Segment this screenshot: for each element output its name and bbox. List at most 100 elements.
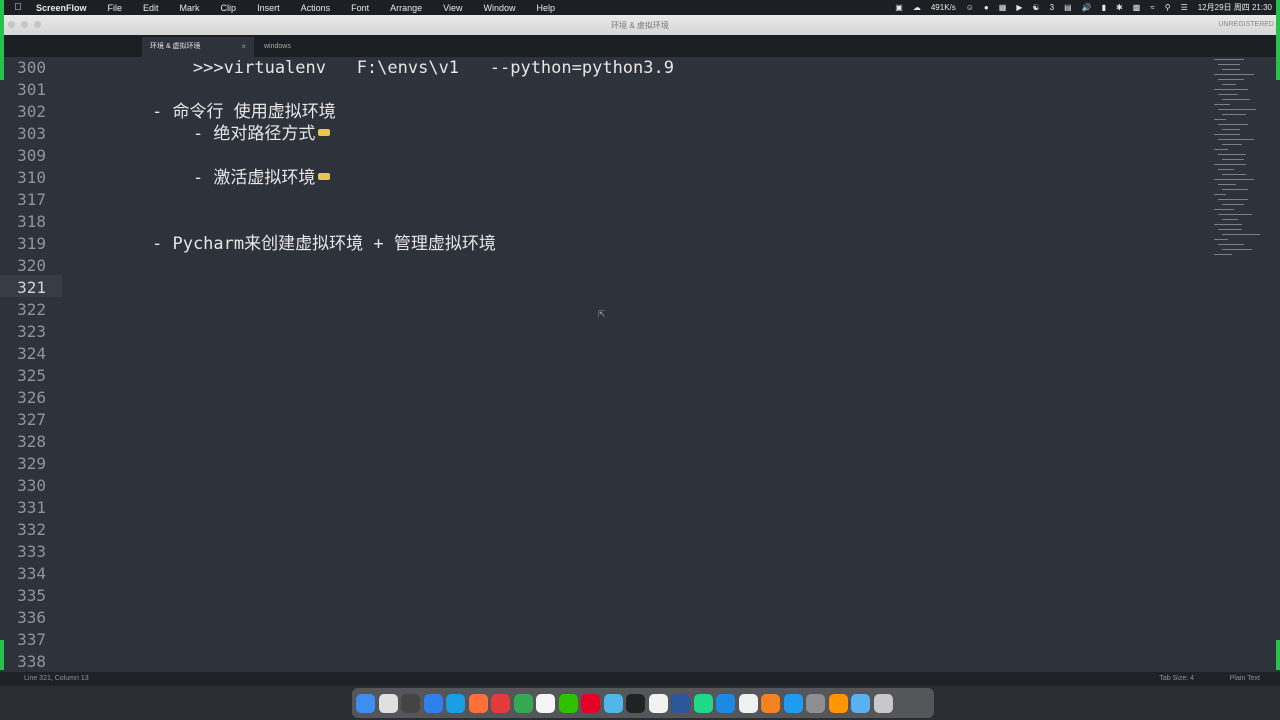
face-icon[interactable]: ☺ (966, 3, 974, 12)
edge-icon[interactable] (446, 693, 465, 713)
battery-icon[interactable]: ▮ (1102, 3, 1106, 12)
folded-region-icon[interactable] (318, 128, 331, 136)
netease-music-icon[interactable] (581, 693, 600, 713)
line-number: 335 (17, 586, 46, 605)
window-title-bar: 环境 & 虚拟环境 UNREGISTERED (0, 15, 1280, 35)
launchpad-icon[interactable] (378, 693, 398, 713)
typora-icon[interactable] (738, 693, 758, 713)
code-line: - Pycharm来创建虚拟环境 + 管理虚拟环境 (152, 234, 496, 254)
folder-icon[interactable] (851, 693, 870, 713)
menu-actions[interactable]: Actions (301, 3, 331, 13)
network-speed[interactable]: 491K/s (931, 3, 956, 12)
line-number: 323 (17, 322, 46, 341)
menu-arrange[interactable]: Arrange (390, 3, 422, 13)
minimap-line (1218, 169, 1234, 170)
line-number: 320 (17, 256, 46, 275)
menu-app-name[interactable]: ScreenFlow (36, 3, 87, 13)
line-number: 301 (17, 80, 46, 99)
datetime[interactable]: 12月29日 周四 21:30 (1198, 2, 1272, 13)
minimap[interactable] (1210, 59, 1270, 279)
minimap-line (1218, 154, 1246, 155)
wechat-badge: 3 (1049, 3, 1055, 12)
grid-icon[interactable]: ▦ (999, 3, 1007, 12)
line-number: 338 (17, 652, 46, 671)
editor-area[interactable]: 300 301 302 303 309 310 317 318 319 320 321 322 323 3… (0, 57, 1280, 672)
mission-control-icon[interactable] (401, 693, 420, 713)
folded-region-icon[interactable] (318, 172, 331, 180)
chrome-icon[interactable] (513, 693, 533, 713)
minimap-line (1222, 144, 1242, 145)
search-icon[interactable]: ⚲ (1165, 3, 1171, 12)
recording-border-right-bottom (1276, 640, 1280, 670)
status-bar: Line 321, Column 13 Tab Size: 4 Plain Te… (0, 672, 1280, 686)
menu-mark[interactable]: Mark (180, 3, 200, 13)
vscode-icon[interactable] (783, 693, 803, 713)
dock (352, 688, 934, 718)
minimap-line (1214, 164, 1246, 165)
line-number: 319 (17, 234, 46, 253)
preferences-icon[interactable] (806, 693, 825, 713)
books-icon[interactable] (828, 693, 848, 713)
line-number: 300 (17, 58, 46, 77)
pdf-expert-icon[interactable] (491, 693, 510, 713)
minimap-line (1222, 219, 1238, 220)
line-number: 326 (17, 388, 46, 407)
finder-icon[interactable] (356, 693, 375, 713)
app-store-icon[interactable] (716, 693, 735, 713)
minimap-line (1214, 134, 1240, 135)
close-tab-icon[interactable]: × (241, 37, 246, 57)
menu-view[interactable]: View (443, 3, 462, 13)
word-icon[interactable] (671, 693, 690, 713)
minimap-line (1222, 129, 1240, 130)
menu-insert[interactable]: Insert (257, 3, 280, 13)
code-line: - 命令行 使用虚拟环境 (152, 102, 336, 122)
microphone-icon[interactable]: ● (984, 3, 989, 12)
pycharm-icon[interactable] (693, 693, 713, 713)
line-number: 321 (17, 278, 46, 297)
notes-icon[interactable] (648, 693, 668, 713)
control-icon[interactable]: ▩ (1133, 3, 1141, 12)
volume-icon[interactable]: 🔊 (1082, 3, 1092, 12)
safari-icon[interactable] (423, 693, 443, 713)
minimap-line (1214, 89, 1248, 90)
sublime-icon[interactable] (761, 693, 780, 713)
menu-bar:  ScreenFlow File Edit Mark Clip Insert … (0, 0, 1280, 15)
minimap-line (1218, 64, 1240, 65)
wechat-status-icon[interactable]: ☯ (1032, 3, 1039, 12)
control-center-icon[interactable]: ☰ (1181, 3, 1188, 12)
menu-help[interactable]: Help (537, 3, 556, 13)
minimap-line (1218, 244, 1244, 245)
tab-size-selector[interactable]: Tab Size: 4 (1159, 672, 1194, 686)
play-icon[interactable]: ▶ (1016, 3, 1022, 12)
menu-file[interactable]: File (108, 3, 123, 13)
bluetooth-icon[interactable]: ✱ (1116, 3, 1123, 12)
tab-virtual-env[interactable]: 环境 & 虚拟环境 × (142, 37, 254, 57)
calendar-icon[interactable] (536, 693, 555, 713)
screen-record-icon[interactable]: ▣ (895, 3, 903, 12)
terminal-icon[interactable] (626, 693, 645, 713)
line-number: 329 (17, 454, 46, 473)
wechat-icon[interactable] (558, 693, 578, 713)
menu-clip[interactable]: Clip (221, 3, 237, 13)
menu-window[interactable]: Window (484, 3, 516, 13)
tab-windows[interactable]: windows (256, 37, 366, 57)
line-number: 324 (17, 344, 46, 363)
firefox-icon[interactable] (468, 693, 488, 713)
minimap-line (1214, 224, 1242, 225)
trash-icon[interactable] (873, 693, 893, 713)
cloud-icon[interactable]: ☁ (913, 3, 921, 12)
display-icon[interactable]: ▤ (1064, 3, 1072, 12)
minimap-line (1218, 94, 1238, 95)
menu-font[interactable]: Font (351, 3, 369, 13)
syntax-selector[interactable]: Plain Text (1230, 672, 1260, 686)
apple-icon[interactable]:  (12, 2, 24, 13)
recording-border-left-bottom (0, 640, 4, 670)
minimap-line (1214, 74, 1254, 75)
markdown-editor-icon[interactable] (603, 693, 623, 713)
wifi-icon[interactable]: ≈ (1150, 3, 1154, 12)
menu-edit[interactable]: Edit (143, 3, 159, 13)
minimap-line (1222, 69, 1240, 70)
minimap-line (1222, 174, 1246, 175)
window-title: 环境 & 虚拟环境 (611, 21, 669, 30)
tab-bar: 环境 & 虚拟环境 × windows (0, 35, 1280, 57)
